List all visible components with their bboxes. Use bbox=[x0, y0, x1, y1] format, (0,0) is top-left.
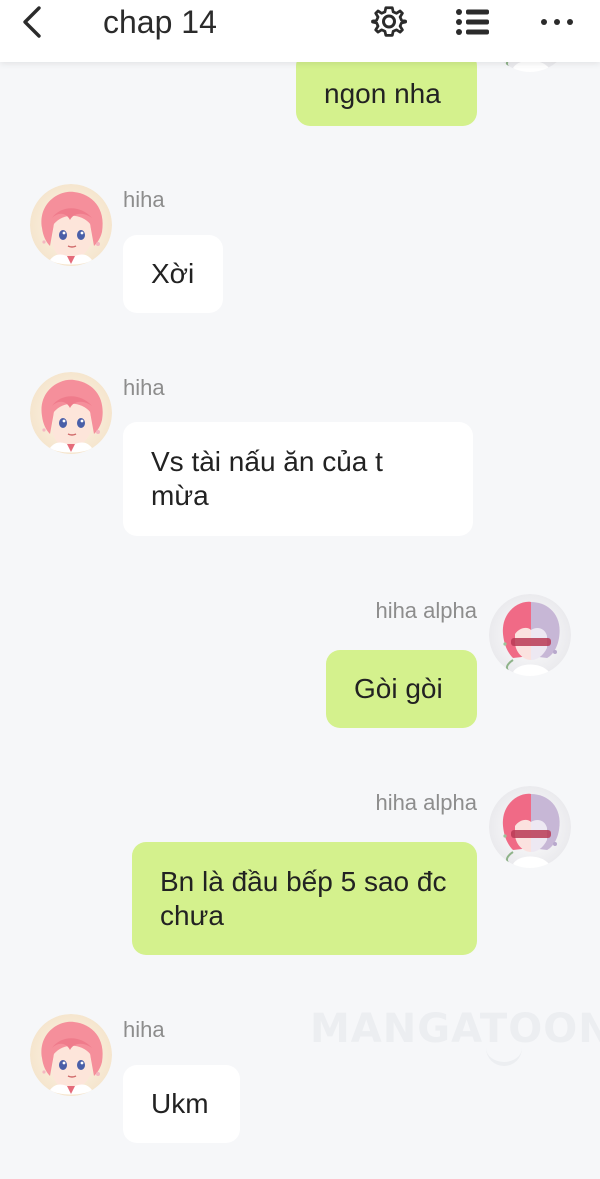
page-title: chap 14 bbox=[103, 4, 217, 40]
message-text: Bn là đầu bếp 5 sao đc chưa bbox=[160, 865, 447, 931]
avatar[interactable] bbox=[489, 594, 571, 676]
settings-button[interactable] bbox=[369, 2, 409, 42]
message-bubble[interactable]: Xời bbox=[123, 235, 223, 313]
avatar-image bbox=[30, 184, 112, 266]
chevron-left-icon bbox=[23, 6, 41, 38]
avatar[interactable] bbox=[489, 786, 571, 868]
list-icon bbox=[456, 9, 489, 35]
message-bubble[interactable]: Vs tài nấu ăn của t mừa bbox=[123, 422, 473, 536]
message-bubble[interactable]: ngon nha bbox=[296, 52, 477, 126]
avatar-image bbox=[489, 786, 571, 868]
avatar[interactable] bbox=[30, 1014, 112, 1096]
message-text: Xời bbox=[151, 258, 195, 289]
avatar-image bbox=[30, 1014, 112, 1096]
gear-icon bbox=[371, 6, 407, 37]
message-bubble[interactable]: Ukm bbox=[123, 1065, 240, 1143]
sender-name: hiha bbox=[123, 1017, 165, 1042]
sender-name: hiha alpha bbox=[375, 598, 477, 623]
sender-name: hiha bbox=[123, 187, 165, 212]
avatar-image bbox=[489, 594, 571, 676]
message-text: Ukm bbox=[151, 1088, 209, 1119]
top-bar: chap 14 bbox=[0, 0, 600, 62]
more-horizontal-icon bbox=[541, 19, 573, 25]
message-text: ngon nha bbox=[324, 78, 441, 109]
avatar[interactable] bbox=[30, 184, 112, 266]
avatar[interactable] bbox=[30, 372, 112, 454]
sender-name: hiha bbox=[123, 375, 165, 400]
message-bubble[interactable]: Bn là đầu bếp 5 sao đc chưa bbox=[132, 842, 477, 955]
chat-screen: chap 14 ngon nha hiha Xời hiha Vs tài nấ… bbox=[0, 0, 600, 1179]
message-text: Vs tài nấu ăn của t mừa bbox=[151, 446, 383, 511]
message-bubble[interactable]: Gòi gòi bbox=[326, 650, 477, 728]
avatar-image bbox=[30, 372, 112, 454]
watermark-logo: MANGATOON bbox=[310, 1006, 600, 1052]
more-options-button[interactable] bbox=[537, 2, 577, 42]
message-text: Gòi gòi bbox=[354, 673, 443, 704]
sender-name: hiha alpha bbox=[375, 790, 477, 815]
watermark-smile-icon bbox=[486, 1046, 522, 1066]
chapter-list-button[interactable] bbox=[453, 2, 493, 42]
back-button[interactable] bbox=[14, 4, 50, 40]
